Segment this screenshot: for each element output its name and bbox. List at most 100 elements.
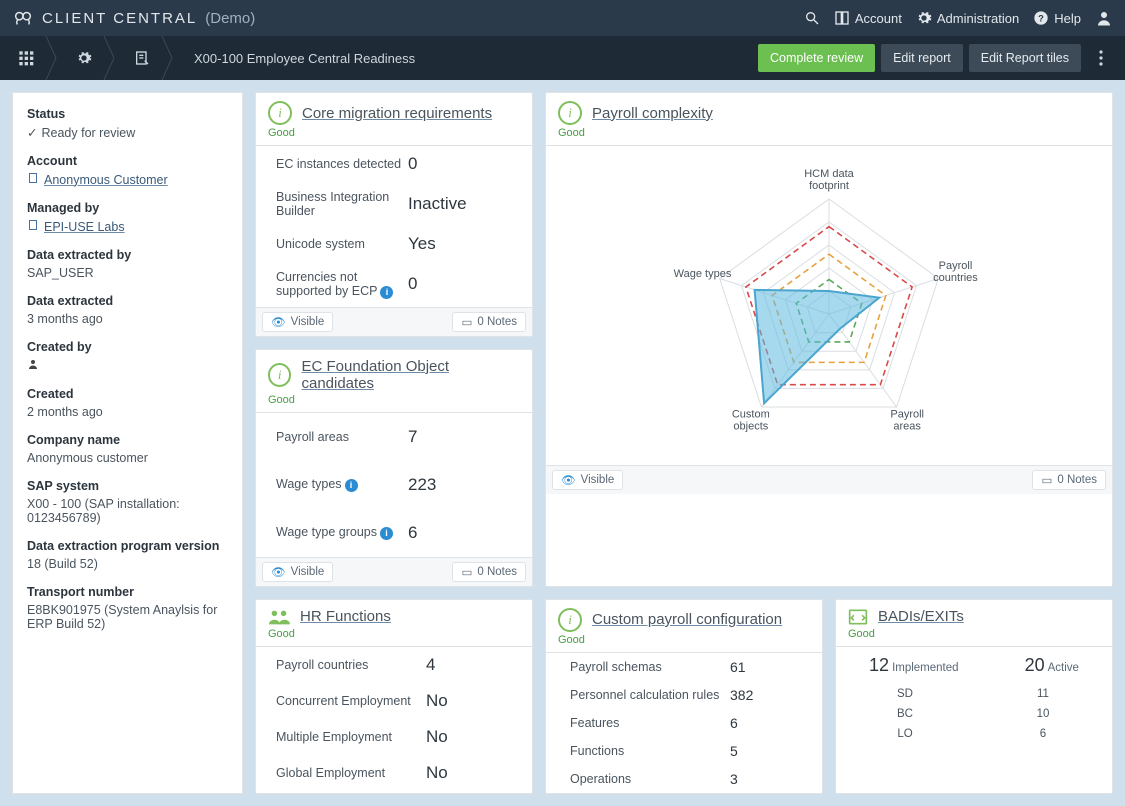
visible-toggle[interactable]: 👁Visible [262,312,333,332]
created-label: Created [27,387,228,401]
logo-icon [12,7,34,29]
svg-text:HCM data: HCM data [804,168,854,180]
tile-body: EC instances detected 0 Business Integrat… [256,145,532,307]
administration-menu[interactable]: Administration [916,10,1019,26]
created-by-user-icon[interactable] [27,358,228,373]
kv-value: 61 [730,659,746,675]
brand-name: CLIENT CENTRAL [42,10,197,27]
mini-key: LO [875,728,935,740]
help-label: Help [1054,11,1081,26]
info-dot-icon[interactable]: i [345,479,358,492]
kv-value: No [426,763,448,783]
info-dot-icon[interactable]: i [380,286,393,299]
kv-key: Currencies not supported by ECPi [276,270,408,299]
tile-status: Good [256,628,532,646]
kv-key: Payroll schemas [570,660,730,674]
managed-by-link[interactable]: EPI-USE Labs [44,220,125,234]
eye-icon: 👁 [561,473,576,487]
tile-status: Good [546,127,1112,145]
status-value: ✓Ready for review [27,125,228,140]
kv-key: Payroll countries [276,658,426,672]
account-link[interactable]: Anonymous Customer [44,173,168,187]
kv-value: Yes [408,234,436,254]
edit-report-button[interactable]: Edit report [881,44,963,72]
tile-title-link[interactable]: HR Functions [300,608,391,625]
kv-key: Unicode system [276,237,408,251]
kv-key: Global Employment [276,766,426,780]
code-icon [848,608,868,626]
people-icon [268,608,290,626]
tile-title-link[interactable]: EC Foundation Object candidates [301,358,449,392]
transport-label: Transport number [27,585,228,599]
tile-title-link[interactable]: Custom payroll configuration [592,611,782,628]
svg-text:countries: countries [933,272,978,284]
breadcrumb-title: X00-100 Employee Central Readiness [178,51,431,66]
company-label: Company name [27,433,228,447]
details-sidebar: Status ✓Ready for review Account Anonymo… [12,92,243,794]
tile-custom-payroll: i Custom payroll configuration Good Payr… [545,599,823,794]
svg-text:Custom: Custom [732,409,770,421]
info-icon: i [558,101,582,125]
check-icon: ✓ [27,126,37,140]
notes-button[interactable]: ▭0 Notes [452,312,526,332]
kv-key: EC instances detected [276,157,408,171]
help-menu[interactable]: ? Help [1033,10,1081,26]
edit-report-tiles-button[interactable]: Edit Report tiles [969,44,1081,72]
visible-toggle[interactable]: 👁Visible [552,470,623,490]
extracted-by-value: SAP_USER [27,266,228,280]
program-label: Data extraction program version [27,539,228,553]
notes-button[interactable]: ▭0 Notes [452,562,526,582]
tile-title-link[interactable]: Payroll complexity [592,105,713,122]
svg-text:?: ? [1038,13,1044,23]
kv-value: 6 [730,715,738,731]
eye-icon: 👁 [271,315,286,329]
program-value: 18 (Build 52) [27,557,228,571]
note-icon: ▭ [1041,473,1052,487]
tile-status: Good [256,394,532,412]
svg-text:Payroll: Payroll [939,260,973,272]
kv-value: 3 [730,771,738,787]
kv-key: Functions [570,744,730,758]
sap-label: SAP system [27,479,228,493]
tile-badis-exits: BADIs/EXITs Good 12Implemented 20Active … [835,599,1113,794]
tile-title-link[interactable]: Core migration requirements [302,105,492,122]
complete-review-button[interactable]: Complete review [758,44,875,72]
radar-chart: HCM datafootprintPayrollcountriesPayroll… [546,145,1112,465]
kv-value: No [426,691,448,711]
info-icon: i [558,608,582,632]
info-dot-icon[interactable]: i [380,527,393,540]
info-icon: i [268,101,292,125]
tile-title-link[interactable]: BADIs/EXITs [878,608,964,625]
kv-value: 4 [426,655,435,675]
mini-value: 11 [1013,688,1073,700]
account-menu[interactable]: Account [834,10,902,26]
brand-suffix: (Demo) [205,10,255,27]
kv-key: Wage typesi [276,477,408,492]
extracted-value: 3 months ago [27,312,228,326]
brand: CLIENT CENTRAL (Demo) [12,7,255,29]
kv-value: No [426,727,448,747]
visible-toggle[interactable]: 👁Visible [262,562,333,582]
eye-icon: 👁 [271,565,286,579]
svg-text:areas: areas [893,421,921,433]
search-icon[interactable] [804,10,820,26]
kv-value: 0 [408,274,417,294]
kv-key: Business Integration Builder [276,190,408,218]
administration-label: Administration [937,11,1019,26]
kv-key: Concurrent Employment [276,694,426,708]
kv-value: 5 [730,743,738,759]
tile-ec-foundation: i EC Foundation Object candidates Good P… [255,349,533,587]
mini-value: 6 [1013,728,1073,740]
profile-icon[interactable] [1095,9,1113,27]
extracted-label: Data extracted [27,294,228,308]
note-icon: ▭ [461,315,472,329]
more-actions-button[interactable] [1087,44,1115,72]
tile-hr-functions: HR Functions Good Payroll countries4 Con… [255,599,533,794]
building-icon [27,219,39,234]
breadcrumb-separator-icon [106,36,120,80]
status-label: Status [27,107,228,121]
notes-button[interactable]: ▭0 Notes [1032,470,1106,490]
breadcrumb-bar: X00-100 Employee Central Readiness Compl… [0,36,1125,80]
mini-key: SD [875,688,935,700]
svg-text:footprint: footprint [809,180,849,192]
